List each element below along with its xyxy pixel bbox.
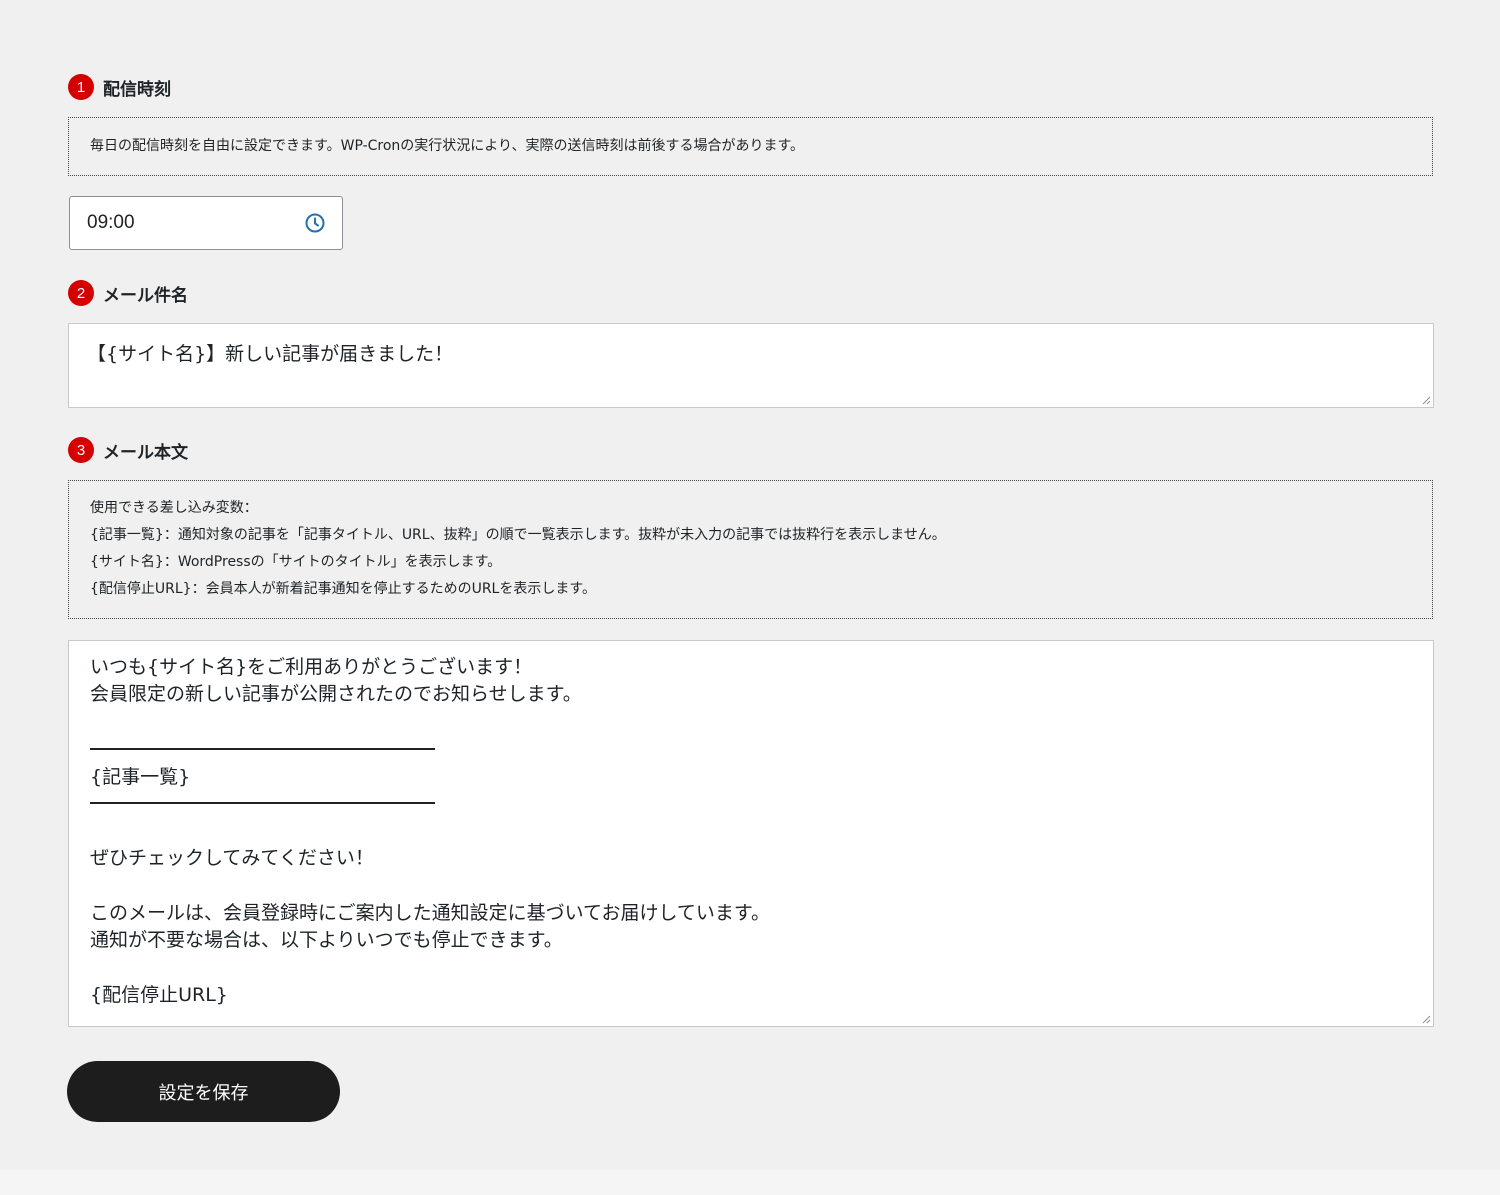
notice-line: {サイト名}：WordPressの「サイトのタイトル」を表示します。: [90, 554, 502, 570]
section-title: 配信時刻: [103, 79, 171, 100]
resize-grip-icon[interactable]: [1421, 1014, 1431, 1024]
section-heading-subject: 2 メール件名: [68, 280, 188, 306]
section-heading-time: 1 配信時刻: [68, 74, 171, 100]
resize-grip-icon[interactable]: [1421, 395, 1431, 405]
notice-line: {配信停止URL}：会員本人が新着記事通知を停止するためのURLを表示します。: [90, 581, 596, 597]
subject-value: 【{サイト名}】新しい記事が届きました！: [87, 343, 454, 365]
section-title: メール件名: [103, 285, 188, 306]
footer-strip: [0, 1170, 1500, 1195]
body-textarea[interactable]: いつも{サイト名}をご利用ありがとうございます！ 会員限定の新しい記事が公開され…: [68, 640, 1434, 1027]
section-heading-body: 3 メール本文: [68, 437, 188, 463]
divider-line: [90, 802, 435, 804]
section-number-badge: 3: [68, 437, 94, 463]
save-settings-button[interactable]: 設定を保存: [67, 1061, 340, 1122]
time-notice-box: 毎日の配信時刻を自由に設定できます。WP-Cronの実行状況により、実際の送信時…: [68, 117, 1433, 176]
subject-textarea[interactable]: 【{サイト名}】新しい記事が届きました！: [68, 323, 1434, 408]
time-value: 09:00: [87, 212, 135, 233]
time-input[interactable]: 09:00: [69, 196, 343, 250]
clock-icon[interactable]: [304, 212, 326, 234]
body-line: このメールは、会員登録時にご案内した通知設定に基づいてお届けしています。: [90, 902, 771, 924]
settings-page: 1 配信時刻 毎日の配信時刻を自由に設定できます。WP-Cronの実行状況により…: [0, 0, 1500, 1170]
section-title: メール本文: [103, 442, 188, 463]
body-line: {記事一覧}: [90, 766, 191, 788]
body-line: 通知が不要な場合は、以下よりいつでも停止できます。: [90, 929, 563, 951]
section-number-badge: 1: [68, 74, 94, 100]
notice-line: 使用できる差し込み変数：: [90, 500, 258, 516]
body-variables-notice: 使用できる差し込み変数： {記事一覧}：通知対象の記事を「記事タイトル、URL、…: [68, 480, 1433, 619]
body-line: いつも{サイト名}をご利用ありがとうございます！: [90, 656, 533, 678]
divider-line: [90, 748, 435, 750]
body-line: 会員限定の新しい記事が公開されたのでお知らせします。: [90, 683, 582, 705]
body-line: ぜひチェックしてみてください！: [90, 847, 374, 869]
notice-text: 毎日の配信時刻を自由に設定できます。WP-Cronの実行状況により、実際の送信時…: [90, 138, 805, 154]
notice-line: {記事一覧}：通知対象の記事を「記事タイトル、URL、抜粋」の順で一覧表示します…: [90, 527, 946, 543]
section-number-badge: 2: [68, 280, 94, 306]
body-line: {配信停止URL}: [90, 984, 228, 1006]
